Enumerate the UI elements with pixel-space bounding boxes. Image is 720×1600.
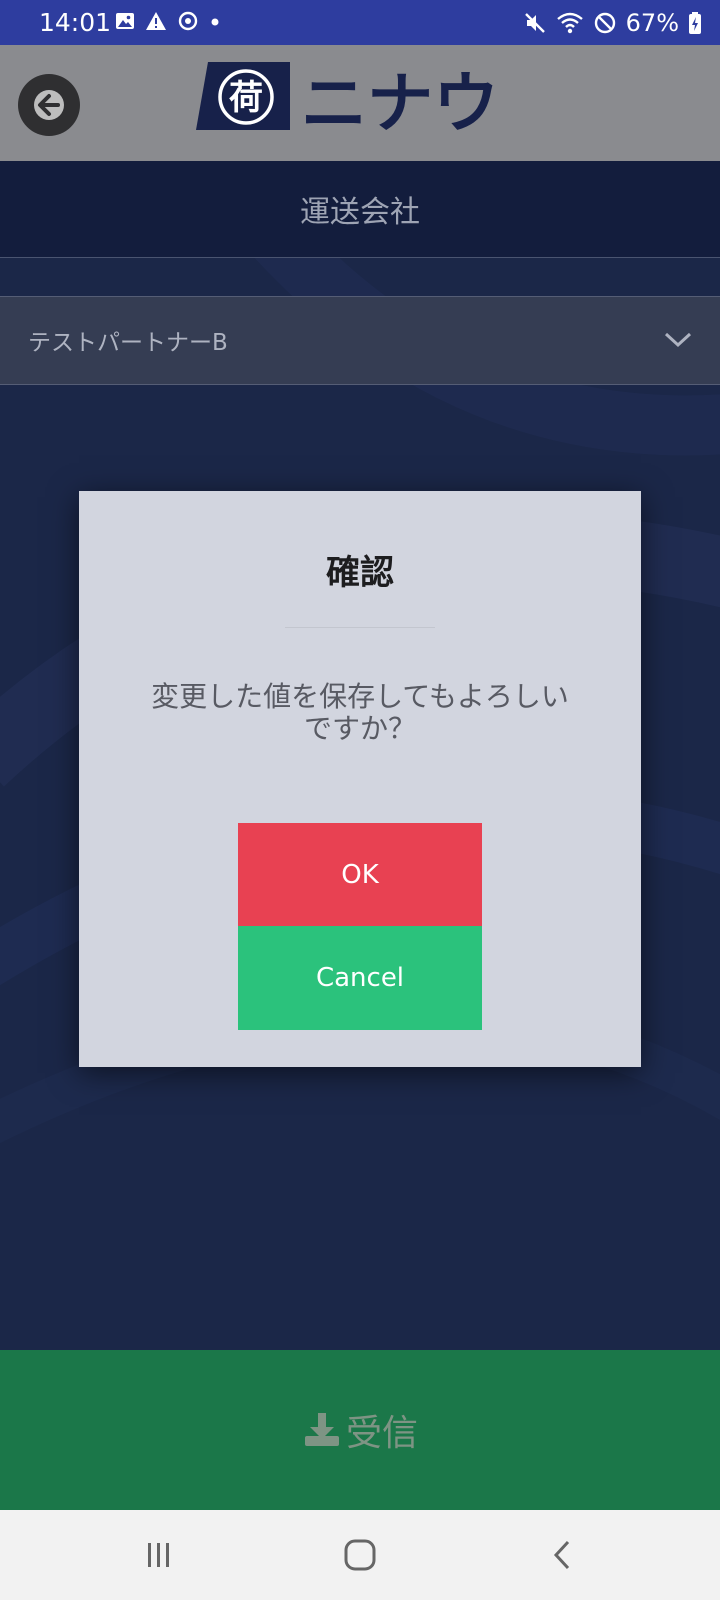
system-back-button[interactable] xyxy=(537,1532,587,1578)
recent-apps-button[interactable] xyxy=(134,1532,184,1578)
modal-overlay: 確認 変更した値を保存してもよろしいですか？ OK Cancel xyxy=(0,0,720,1510)
home-button[interactable] xyxy=(335,1532,385,1578)
system-nav-bar xyxy=(0,1510,720,1600)
confirm-dialog: 確認 変更した値を保存してもよろしいですか？ OK Cancel xyxy=(79,491,641,1067)
dialog-divider xyxy=(285,627,435,628)
recent-apps-icon xyxy=(148,1543,169,1567)
dialog-message: 変更した値を保存してもよろしいですか？ xyxy=(151,680,569,745)
dialog-title: 確認 xyxy=(326,553,394,593)
ok-button[interactable]: OK xyxy=(238,823,482,926)
back-icon xyxy=(553,1540,570,1570)
cancel-button[interactable]: Cancel xyxy=(238,926,482,1030)
home-icon xyxy=(344,1539,376,1571)
